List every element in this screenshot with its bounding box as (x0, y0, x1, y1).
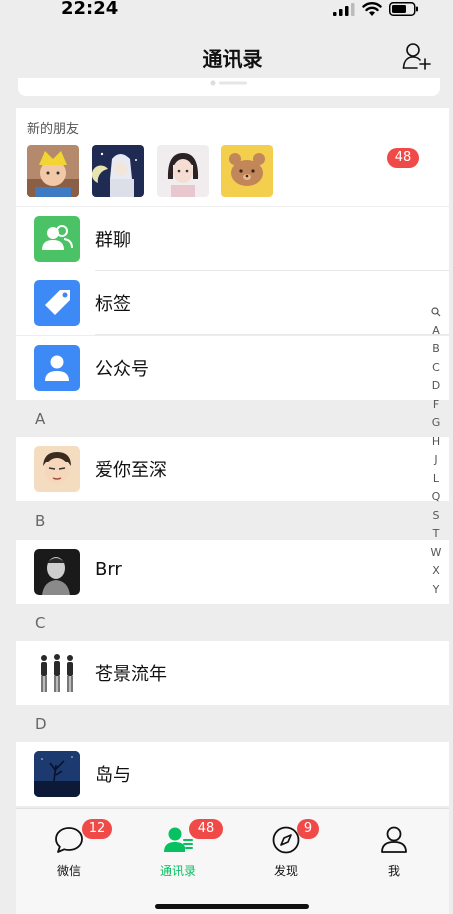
alphabet-index[interactable]: A B C D F G H J L Q S T W X Y (428, 303, 444, 599)
contact-name: 苍景流年 (95, 664, 167, 685)
index-letter[interactable]: T (428, 525, 444, 544)
home-indicator[interactable] (155, 904, 309, 909)
tags-row[interactable]: 标签 (16, 271, 449, 335)
tab-discover[interactable]: 发现 9 (241, 819, 331, 885)
avatar-child-with-hat[interactable] (27, 145, 79, 197)
avatar (34, 751, 80, 797)
signal-icon (333, 3, 355, 16)
avatar-anime-boy[interactable] (92, 145, 144, 197)
section-letter: A (35, 410, 46, 428)
chat-bubble-icon (55, 827, 83, 853)
section-header-a: A (16, 401, 449, 437)
index-letter[interactable]: H (428, 433, 444, 452)
battery-icon (389, 2, 418, 16)
index-letter[interactable]: A (428, 322, 444, 341)
unread-badge: 12 (82, 819, 112, 839)
tags-label: 标签 (95, 294, 131, 315)
contact-name: 岛与 (95, 765, 131, 786)
contact-name: 爱你至深 (95, 460, 167, 481)
avatar (34, 446, 80, 492)
official-accounts-row[interactable]: 公众号 (16, 336, 449, 400)
unread-badge: 48 (189, 819, 223, 839)
official-accounts-label: 公众号 (95, 359, 149, 380)
tab-label: 通讯录 (159, 864, 196, 878)
index-letter[interactable]: W (428, 544, 444, 563)
contact-row[interactable]: Brr (16, 540, 449, 604)
group-chat-row[interactable]: 群聊 (16, 207, 449, 271)
index-letter[interactable]: F (428, 396, 444, 415)
search-bar[interactable] (18, 78, 440, 96)
official-account-icon (34, 345, 80, 391)
new-friends-label: 新的朋友 (27, 122, 80, 137)
new-friends-badge: 48 (387, 148, 419, 168)
index-letter[interactable]: B (428, 340, 444, 359)
person-icon (381, 826, 407, 853)
index-letter[interactable]: D (428, 377, 444, 396)
contact-row[interactable]: 爱你至深 (16, 437, 449, 501)
group-chat-label: 群聊 (95, 230, 131, 251)
add-friend-icon[interactable] (402, 42, 432, 70)
contacts-screen: 22:24 通讯录 新的朋友 48 群聊 标签 公众号 A 爱你至深 B Brr… (16, 0, 449, 914)
section-header-b: B (16, 503, 449, 539)
avatar-bear-sticker[interactable] (221, 145, 273, 197)
tab-bar: 微信 12 通讯录 48 发现 9 我 (16, 808, 449, 914)
nav-bar: 通讯录 (16, 30, 449, 80)
index-letter[interactable]: X (428, 562, 444, 581)
tab-label: 微信 (56, 864, 81, 878)
search-icon (210, 80, 247, 86)
status-time: 22:24 (61, 0, 119, 19)
section-letter: B (35, 512, 46, 530)
avatar-girl[interactable] (157, 145, 209, 197)
status-bar: 22:24 (16, 0, 449, 22)
contact-row[interactable]: 岛与 (16, 742, 449, 806)
tab-me[interactable]: 我 (349, 825, 439, 885)
contact-row[interactable]: 苍景流年 (16, 641, 449, 705)
index-letter[interactable]: Q (428, 488, 444, 507)
section-letter: D (35, 715, 47, 733)
tag-icon (34, 280, 80, 326)
contact-name: Brr (95, 559, 122, 580)
tab-contacts[interactable]: 通讯录 48 (133, 819, 223, 885)
index-letter[interactable]: L (428, 470, 444, 489)
tab-chats[interactable]: 微信 12 (24, 819, 114, 885)
section-letter: C (35, 614, 46, 632)
index-letter[interactable]: G (428, 414, 444, 433)
new-friends-panel[interactable]: 新的朋友 48 (16, 108, 449, 206)
avatar (34, 549, 80, 595)
section-header-c: C (16, 605, 449, 641)
index-letter[interactable]: C (428, 359, 444, 378)
divider (95, 334, 449, 335)
index-search-icon[interactable] (428, 303, 444, 322)
page-title: 通讯录 (202, 47, 263, 71)
avatar (34, 650, 80, 696)
tab-label: 发现 (273, 864, 298, 878)
unread-badge: 9 (297, 819, 319, 839)
tab-label: 我 (387, 864, 400, 878)
section-header-d: D (16, 706, 449, 742)
index-letter[interactable]: S (428, 507, 444, 526)
index-letter[interactable]: Y (428, 581, 444, 600)
wifi-icon (362, 2, 382, 16)
group-chat-icon (34, 216, 80, 262)
index-letter[interactable]: J (428, 451, 444, 470)
